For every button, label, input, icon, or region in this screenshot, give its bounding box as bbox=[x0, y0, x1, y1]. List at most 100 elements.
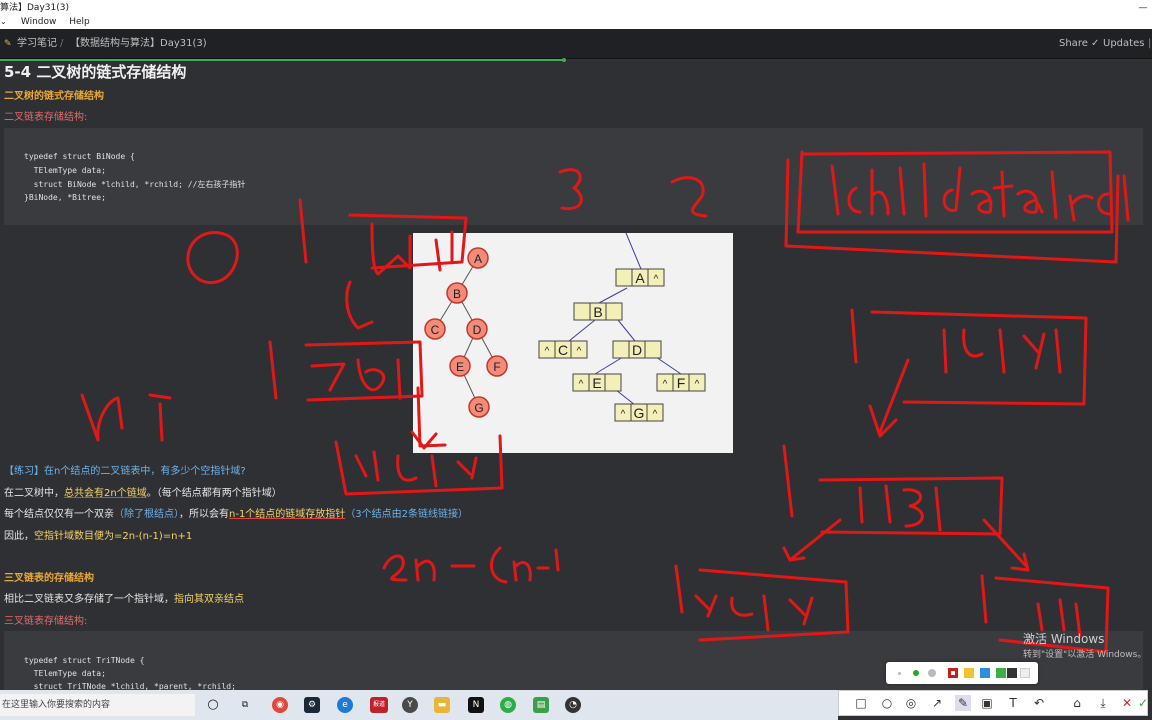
app-icon-clock[interactable]: ◔ bbox=[565, 697, 581, 713]
taskbar-search-input[interactable]: 在这里输入你要搜索的内容 bbox=[0, 694, 195, 716]
breadcrumb-parent[interactable]: 学习笔记 bbox=[17, 29, 57, 59]
steam-icon[interactable]: ⚙ bbox=[304, 697, 320, 713]
null-pointer-mark: ^ bbox=[577, 346, 582, 357]
null-pointer-mark: ^ bbox=[663, 379, 668, 390]
text-run: 。（每个结点都有两个指针域） bbox=[146, 488, 282, 499]
arrow-tool-icon[interactable]: ↗ bbox=[929, 695, 945, 711]
edge-icon[interactable]: e bbox=[337, 697, 353, 713]
breadcrumb-current[interactable]: 【数据结构与算法】Day31(3) bbox=[70, 29, 207, 59]
text-run: 相比二叉链表又多存储了一个指针域， bbox=[4, 594, 174, 605]
pen-size-medium[interactable] bbox=[913, 670, 919, 676]
highlight-text: 空指针域数目便为=2n-(n-1)=n+1 bbox=[34, 531, 193, 542]
code-line: struct BiNode *lchild, *rchild; //左右孩子指针 bbox=[24, 180, 246, 189]
menu-window[interactable]: Window bbox=[21, 16, 57, 28]
app-icon-dark[interactable]: Y bbox=[402, 697, 418, 713]
chevron-down-icon[interactable]: ⌄ bbox=[0, 16, 8, 28]
color-swatch-blue[interactable] bbox=[980, 668, 990, 678]
rectangle-tool-icon[interactable]: □ bbox=[853, 695, 869, 711]
pen-size-small[interactable] bbox=[898, 672, 901, 675]
share-button[interactable]: Share bbox=[1059, 29, 1088, 59]
check-icon: ✓ bbox=[1091, 38, 1100, 49]
task-view-icon[interactable]: ⧉ bbox=[237, 697, 253, 713]
code-line: TElemType data; bbox=[24, 669, 106, 678]
pen-size-large[interactable] bbox=[928, 669, 936, 677]
ellipse-tool-icon[interactable]: ○ bbox=[879, 695, 895, 711]
updates-button[interactable]: Updates bbox=[1103, 29, 1144, 59]
pencil-icon: ✎ bbox=[4, 39, 12, 49]
section-heading-triple-link: 三叉链表的存储结构 bbox=[4, 573, 94, 584]
highlight-text: 指向其双亲结点 bbox=[174, 594, 244, 605]
tree-and-linked-list-diagram: A B C D E F G A B C D E F G ^ ^ ^ ^ ^ ^ … bbox=[424, 233, 706, 422]
minimize-button[interactable]: — bbox=[1138, 0, 1148, 16]
null-pointer-mark: ^ bbox=[545, 346, 550, 357]
paragraph-parent-links: 每个结点仅仅有一个双亲（除了根结点），所以会有n-1个结点的链域存放指针（3个结… bbox=[4, 505, 468, 520]
app-icon-news[interactable]: 报道 bbox=[370, 697, 388, 713]
highlight-text: n-1个结点的链域存放指针 bbox=[229, 509, 346, 520]
tree-node-label: F bbox=[493, 360, 500, 374]
label-triple-link-structure: 三叉链表存储结构: bbox=[4, 616, 88, 627]
activation-watermark-subtitle: 转到"设置"以激活 Windows。 bbox=[1023, 650, 1147, 660]
tree-node-label: A bbox=[474, 252, 482, 266]
menu-help[interactable]: Help bbox=[69, 16, 90, 28]
paragraph-links-total: 在二叉树中，总共会有2n个链域。（每个结点都有两个指针域） bbox=[4, 484, 282, 499]
list-node-label: D bbox=[632, 342, 642, 358]
download-icon[interactable]: ⤓ bbox=[1095, 695, 1111, 711]
note-text: （除了根结点） bbox=[114, 509, 179, 520]
window-titlebar: 算法】Day31(3) — bbox=[0, 0, 1152, 16]
list-node-label: A bbox=[635, 270, 645, 286]
page-topbar: ✎ 学习笔记 / 【数据结构与算法】Day31(3) Share ✓ Updat… bbox=[0, 29, 1152, 59]
cortana-icon[interactable]: ○ bbox=[205, 697, 221, 713]
close-icon[interactable]: ✕ bbox=[1119, 695, 1135, 711]
paragraph-conclusion: 因此，空指针域数目便为=2n-(n-1)=n+1 bbox=[4, 527, 192, 542]
color-swatch-black[interactable] bbox=[1007, 668, 1017, 678]
file-explorer-icon[interactable]: ▬ bbox=[434, 697, 450, 713]
code-line: struct TriTNode *lchild, *parent, *rchil… bbox=[24, 682, 236, 690]
activation-watermark-title: 激活 Windows bbox=[1023, 632, 1105, 646]
page-title: 5-4 二叉树的链式存储结构 bbox=[4, 63, 187, 81]
list-node-label: B bbox=[593, 304, 602, 320]
text-run: 每个结点仅仅有一个双亲 bbox=[4, 509, 114, 520]
text-run: 在二叉树中， bbox=[4, 488, 64, 499]
code-line: TElemType data; bbox=[24, 166, 106, 175]
text-run: ，所以会有 bbox=[179, 509, 229, 520]
screen-draw-toolbar: □ ○ ◎ ↗ ✎ ▣ T ↶ ⌂ ⤓ ✕ ✓ bbox=[838, 690, 1148, 716]
document-body: 5-4 二叉树的链式存储结构 二叉树的链式存储结构 二叉链表存储结构: type… bbox=[0, 61, 1152, 690]
null-pointer-mark: ^ bbox=[653, 409, 658, 420]
menu-bar: ⌄ Window Help bbox=[0, 16, 1152, 29]
section-heading-binary-link: 二叉树的链式存储结构 bbox=[4, 91, 104, 102]
pin-icon[interactable]: ⌂ bbox=[1069, 695, 1085, 711]
note-text: （3个结点由2条链线链接） bbox=[345, 509, 469, 520]
color-swatch-red[interactable] bbox=[948, 668, 958, 678]
more-menu-icon[interactable]: | bbox=[1148, 29, 1151, 59]
null-pointer-mark: ^ bbox=[579, 379, 584, 390]
undo-icon[interactable]: ↶ bbox=[1031, 695, 1047, 711]
notion-icon[interactable]: N bbox=[468, 697, 484, 713]
code-line: typedef struct BiNode { bbox=[24, 152, 135, 161]
tree-node-label: E bbox=[456, 360, 464, 374]
mosaic-tool-icon[interactable]: ▣ bbox=[979, 695, 995, 711]
tree-node-label: D bbox=[473, 323, 482, 337]
list-node-label: F bbox=[677, 375, 686, 391]
confirm-icon[interactable]: ✓ bbox=[1135, 695, 1151, 711]
null-pointer-mark: ^ bbox=[695, 379, 700, 390]
code-block-binode[interactable]: typedef struct BiNode { TElemType data; … bbox=[4, 128, 1143, 225]
breadcrumb-separator: / bbox=[60, 38, 64, 49]
chrome-icon[interactable]: ◉ bbox=[272, 697, 288, 713]
list-node-label: G bbox=[634, 405, 645, 421]
tree-node-label: B bbox=[453, 287, 461, 301]
text-tool-icon[interactable]: T bbox=[1005, 695, 1021, 711]
color-swatch-white[interactable] bbox=[1020, 668, 1030, 678]
text-run: 因此， bbox=[4, 531, 34, 542]
shape-tool-icon[interactable]: ◎ bbox=[903, 695, 919, 711]
wechat-icon[interactable]: ◍ bbox=[500, 697, 516, 713]
list-node-label: C bbox=[558, 342, 568, 358]
null-pointer-mark: ^ bbox=[621, 409, 626, 420]
tree-node-label: C bbox=[431, 323, 440, 337]
pen-color-palette bbox=[886, 662, 1038, 684]
app-icon-green[interactable]: ▤ bbox=[533, 697, 549, 713]
tree-node-label: G bbox=[474, 401, 483, 415]
color-swatch-green[interactable] bbox=[996, 668, 1006, 678]
list-node-label: E bbox=[592, 375, 601, 391]
color-swatch-yellow[interactable] bbox=[964, 668, 974, 678]
pen-tool-icon[interactable]: ✎ bbox=[955, 695, 971, 711]
